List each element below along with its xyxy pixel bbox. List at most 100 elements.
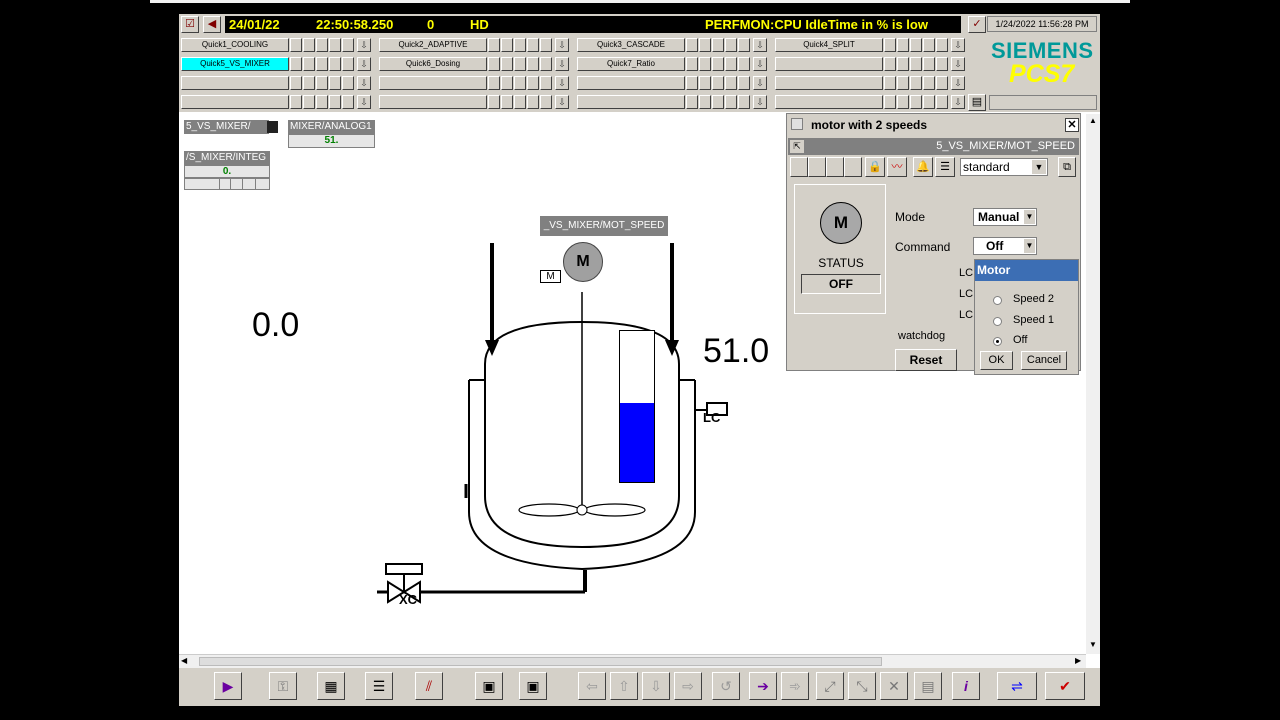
down-arrow-icon[interactable]: ⇩	[753, 95, 767, 109]
slot[interactable]	[488, 76, 500, 90]
empty-area-button[interactable]	[379, 95, 487, 109]
mode-select[interactable]: Manual ▼	[973, 208, 1037, 226]
slot[interactable]	[303, 57, 315, 71]
fit-icon[interactable]: ✕	[880, 672, 908, 700]
slot[interactable]	[686, 57, 698, 71]
empty-area-button[interactable]	[181, 76, 289, 90]
play-icon[interactable]: ▶	[214, 672, 242, 700]
slot[interactable]	[303, 95, 315, 109]
slot[interactable]	[316, 76, 328, 90]
view-select[interactable]: standard ▼	[960, 158, 1048, 176]
slot[interactable]	[725, 95, 737, 109]
down-arrow-icon[interactable]: ⇩	[753, 38, 767, 52]
slot[interactable]	[725, 76, 737, 90]
slot[interactable]	[712, 76, 724, 90]
pin-icon[interactable]: ⇱	[790, 140, 804, 153]
slot[interactable]	[897, 95, 909, 109]
list-icon[interactable]: ☰	[935, 157, 955, 177]
slot[interactable]	[923, 57, 935, 71]
store-icon[interactable]: ▣	[475, 672, 503, 700]
left-value-display[interactable]: 0.0	[252, 306, 299, 345]
empty-area-button[interactable]	[181, 95, 289, 109]
chevron-down-icon[interactable]: ▼	[1032, 160, 1046, 174]
slot[interactable]	[290, 76, 302, 90]
xc-label[interactable]: XC	[399, 592, 417, 607]
slot[interactable]	[488, 38, 500, 52]
down-arrow-icon[interactable]: ⇩	[951, 76, 965, 90]
toolbar-slot[interactable]	[844, 157, 862, 177]
slot[interactable]	[712, 38, 724, 52]
slot[interactable]	[329, 95, 341, 109]
scroll-thumb[interactable]	[199, 657, 882, 666]
slot[interactable]	[923, 38, 935, 52]
down-arrow-icon[interactable]: ⇩	[357, 38, 371, 52]
vertical-scrollbar[interactable]: ▲ ▼	[1086, 114, 1100, 654]
printer-icon[interactable]: ▤	[968, 94, 986, 111]
slot[interactable]	[316, 57, 328, 71]
mixer-faceplate-tag[interactable]: 5_VS_MIXER/	[184, 120, 269, 134]
slot[interactable]	[342, 76, 354, 90]
slot[interactable]	[712, 57, 724, 71]
message-line[interactable]: 24/01/22 22:50:58.250 0 HD PERFMON:CPU I…	[225, 16, 961, 33]
speed2-label[interactable]: Speed 2	[1013, 293, 1054, 305]
scroll-down-icon[interactable]: ▼	[1088, 640, 1098, 650]
ok-button[interactable]: OK	[980, 351, 1013, 370]
slot[interactable]	[884, 95, 896, 109]
slot[interactable]	[712, 95, 724, 109]
slot[interactable]	[290, 38, 302, 52]
slot[interactable]	[686, 95, 698, 109]
slot[interactable]	[910, 38, 922, 52]
arrow-right-icon[interactable]: ⇨	[674, 672, 702, 700]
zoom-icon[interactable]: ⤢	[816, 672, 844, 700]
forward-icon[interactable]: ➾	[781, 672, 809, 700]
slot[interactable]	[884, 38, 896, 52]
speed2-radio[interactable]	[993, 296, 1002, 305]
speed1-label[interactable]: Speed 1	[1013, 314, 1054, 326]
slot[interactable]	[686, 76, 698, 90]
slot[interactable]	[488, 57, 500, 71]
quick5-button[interactable]: Quick5_VS_MIXER	[181, 57, 289, 71]
close-icon[interactable]: ✕	[1065, 118, 1079, 132]
motor-tag-label[interactable]: _VS_MIXER/MOT_SPEED	[540, 216, 668, 236]
slot[interactable]	[329, 76, 341, 90]
down-arrow-icon[interactable]: ⇩	[753, 76, 767, 90]
quick1-button[interactable]: Quick1_COOLING	[181, 38, 289, 52]
down-arrow-icon[interactable]: ⇩	[357, 95, 371, 109]
slot[interactable]	[488, 95, 500, 109]
recall-icon[interactable]: ▣	[519, 672, 547, 700]
down-arrow-icon[interactable]: ⇩	[555, 38, 569, 52]
slot[interactable]	[738, 57, 750, 71]
speed1-radio[interactable]	[993, 317, 1002, 326]
slot[interactable]	[540, 57, 552, 71]
slot[interactable]	[316, 38, 328, 52]
toolbar-slot[interactable]	[826, 157, 844, 177]
slot[interactable]	[303, 76, 315, 90]
scroll-right-icon[interactable]: ▶	[1075, 656, 1081, 665]
slot[interactable]	[303, 38, 315, 52]
slot[interactable]	[897, 57, 909, 71]
command-select[interactable]: Off ▼	[973, 237, 1037, 255]
slot[interactable]	[342, 38, 354, 52]
off-radio[interactable]	[993, 337, 1002, 346]
down-arrow-icon[interactable]: ⇩	[555, 95, 569, 109]
info-icon[interactable]: i	[952, 672, 980, 700]
cancel-button[interactable]: Cancel	[1021, 351, 1067, 370]
arrow-up-icon[interactable]: ⇧	[610, 672, 638, 700]
quick3-button[interactable]: Quick3_CASCADE	[577, 38, 685, 52]
horn-icon[interactable]: ◀	[203, 16, 221, 33]
slot[interactable]	[738, 38, 750, 52]
slot[interactable]	[936, 95, 948, 109]
expand-icon[interactable]: ⧉	[1058, 157, 1076, 177]
slot[interactable]	[738, 76, 750, 90]
slot[interactable]	[910, 76, 922, 90]
down-arrow-icon[interactable]: ⇩	[753, 57, 767, 71]
slot[interactable]	[514, 95, 526, 109]
reset-button[interactable]: Reset	[895, 349, 957, 371]
slot[interactable]	[884, 57, 896, 71]
toolbar-slot[interactable]	[808, 157, 826, 177]
lock-icon[interactable]	[267, 121, 278, 133]
slot[interactable]	[342, 95, 354, 109]
slot[interactable]	[699, 76, 711, 90]
empty-area-button[interactable]	[577, 76, 685, 90]
slot[interactable]	[329, 57, 341, 71]
